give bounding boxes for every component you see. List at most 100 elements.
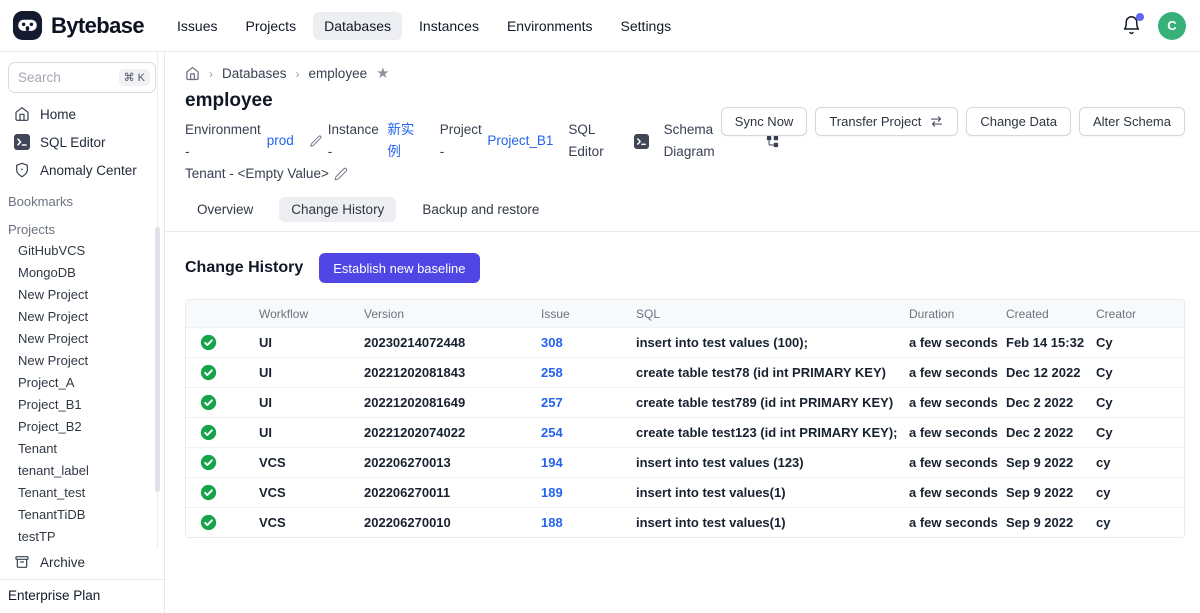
success-check-icon xyxy=(186,334,259,351)
issue-link[interactable]: 258 xyxy=(541,365,636,380)
notification-bell-icon[interactable] xyxy=(1121,15,1143,37)
button-label: Transfer Project xyxy=(829,114,921,129)
instance-link[interactable]: 新实例 xyxy=(387,119,424,163)
breadcrumb-home-icon[interactable] xyxy=(185,66,200,81)
sidebar-item-sql-editor[interactable]: SQL Editor xyxy=(0,128,164,156)
issue-link[interactable]: 189 xyxy=(541,485,636,500)
sql-editor-label: SQL Editor xyxy=(568,119,628,163)
cell-creator: Cy xyxy=(1096,335,1184,350)
issue-link[interactable]: 188 xyxy=(541,515,636,530)
table-row[interactable]: UI 20221202081843 258 create table test7… xyxy=(186,357,1184,387)
table-row[interactable]: UI 20221202074022 254 create table test1… xyxy=(186,417,1184,447)
alter-schema-button[interactable]: Alter Schema xyxy=(1079,107,1185,136)
sidebar-project-item[interactable]: Project_A xyxy=(0,372,164,394)
button-label: Sync Now xyxy=(735,114,794,129)
column-workflow: Workflow xyxy=(259,307,364,321)
home-icon xyxy=(14,106,30,122)
cell-workflow: UI xyxy=(259,395,364,410)
sidebar-project-item[interactable]: New Project xyxy=(0,284,164,306)
change-history-table: Workflow Version Issue SQL Duration Crea… xyxy=(185,299,1185,538)
sql-editor-link[interactable]: SQL Editor xyxy=(568,119,648,163)
cell-creator: Cy xyxy=(1096,425,1184,440)
sidebar-project-item[interactable]: New Project xyxy=(0,306,164,328)
establish-baseline-button[interactable]: Establish new baseline xyxy=(319,253,479,283)
issue-link[interactable]: 308 xyxy=(541,335,636,350)
sidebar-scrollbar[interactable] xyxy=(155,227,160,492)
table-row[interactable]: VCS 202206270010 188 insert into test va… xyxy=(186,507,1184,537)
plan-label: Enterprise Plan xyxy=(0,580,164,613)
engine-icon xyxy=(309,134,323,148)
cell-version: 202206270013 xyxy=(364,455,541,470)
issue-link[interactable]: 194 xyxy=(541,455,636,470)
cell-creator: cy xyxy=(1096,485,1184,500)
change-data-button[interactable]: Change Data xyxy=(966,107,1071,136)
table-row[interactable]: VCS 202206270011 189 insert into test va… xyxy=(186,477,1184,507)
sidebar-project-item[interactable]: TenantTiDB xyxy=(0,504,164,526)
nav-item-settings[interactable]: Settings xyxy=(610,12,683,40)
breadcrumb-databases[interactable]: Databases xyxy=(222,66,287,81)
sidebar-project-item[interactable]: New Project xyxy=(0,350,164,372)
table-row[interactable]: UI 20230214072448 308 insert into test v… xyxy=(186,327,1184,357)
cell-workflow: VCS xyxy=(259,485,364,500)
cell-creator: cy xyxy=(1096,515,1184,530)
terminal-icon xyxy=(634,134,649,149)
chevron-right-icon: › xyxy=(209,67,213,81)
sidebar-item-home[interactable]: Home xyxy=(0,100,164,128)
change-history-header: Change History Establish new baseline xyxy=(185,253,1200,283)
notification-dot xyxy=(1136,13,1144,21)
cell-sql: insert into test values(1) xyxy=(636,515,909,530)
nav-item-databases[interactable]: Databases xyxy=(313,12,402,40)
sidebar-project-item[interactable]: Tenant_test xyxy=(0,482,164,504)
brand-name: Bytebase xyxy=(51,13,144,39)
sync-now-button[interactable]: Sync Now xyxy=(721,107,808,136)
transfer-project-button[interactable]: Transfer Project xyxy=(815,107,958,136)
sidebar-project-item[interactable]: New Project xyxy=(0,328,164,350)
issue-link[interactable]: 257 xyxy=(541,395,636,410)
sidebar-project-item[interactable]: Project_B1 xyxy=(0,394,164,416)
search-input[interactable] xyxy=(18,70,119,85)
button-label: Alter Schema xyxy=(1093,114,1171,129)
cell-workflow: VCS xyxy=(259,515,364,530)
sidebar-project-item[interactable]: MongoDB xyxy=(0,262,164,284)
cell-created: Sep 9 2022 xyxy=(1006,485,1096,500)
bookmark-star-icon[interactable]: ★ xyxy=(376,66,389,81)
sidebar-item-anomaly-center[interactable]: Anomaly Center xyxy=(0,156,164,184)
sidebar-item-label: Home xyxy=(40,107,76,122)
avatar[interactable]: C xyxy=(1158,12,1186,40)
sidebar-project-item[interactable]: tenant_label xyxy=(0,460,164,482)
environment-link[interactable]: prod xyxy=(267,130,294,152)
sidebar-bottom: Archive Enterprise Plan xyxy=(0,548,164,613)
sidebar-project-item[interactable]: GitHubVCS xyxy=(0,240,164,262)
nav-item-instances[interactable]: Instances xyxy=(408,12,490,40)
nav-item-environments[interactable]: Environments xyxy=(496,12,604,40)
table-row[interactable]: UI 20221202081649 257 create table test7… xyxy=(186,387,1184,417)
table-row[interactable]: VCS 202206270013 194 insert into test va… xyxy=(186,447,1184,477)
cell-created: Dec 2 2022 xyxy=(1006,395,1096,410)
sidebar-section-bookmarks: Bookmarks xyxy=(0,184,164,212)
sidebar-item-archive[interactable]: Archive xyxy=(0,548,164,576)
section-title: Change History xyxy=(185,259,303,277)
project-link[interactable]: Project_B1 xyxy=(487,130,553,152)
nav-item-projects[interactable]: Projects xyxy=(235,12,308,40)
success-check-icon xyxy=(186,424,259,441)
environment-label: Environment - xyxy=(185,119,262,163)
sidebar-project-item[interactable]: Project_B2 xyxy=(0,416,164,438)
sidebar-project-item[interactable]: Tenant xyxy=(0,438,164,460)
nav-item-issues[interactable]: Issues xyxy=(166,12,228,40)
column-issue: Issue xyxy=(541,307,636,321)
breadcrumb: › Databases › employee ★ xyxy=(185,66,1200,81)
cell-version: 20221202081649 xyxy=(364,395,541,410)
tab-backup-and-restore[interactable]: Backup and restore xyxy=(410,197,551,222)
archive-icon xyxy=(14,554,30,570)
cell-workflow: UI xyxy=(259,335,364,350)
tab-change-history[interactable]: Change History xyxy=(279,197,396,222)
database-meta: Environment - prod Instance - 新实例 Projec… xyxy=(185,119,795,185)
bytebase-logo[interactable]: Bytebase xyxy=(12,10,144,41)
cell-duration: a few seconds xyxy=(909,425,1006,440)
cell-workflow: VCS xyxy=(259,455,364,470)
pencil-icon[interactable] xyxy=(334,167,348,181)
tab-overview[interactable]: Overview xyxy=(185,197,265,222)
sidebar-project-item[interactable]: testTP xyxy=(0,526,164,548)
sidebar-item-label: Anomaly Center xyxy=(40,163,137,178)
issue-link[interactable]: 254 xyxy=(541,425,636,440)
